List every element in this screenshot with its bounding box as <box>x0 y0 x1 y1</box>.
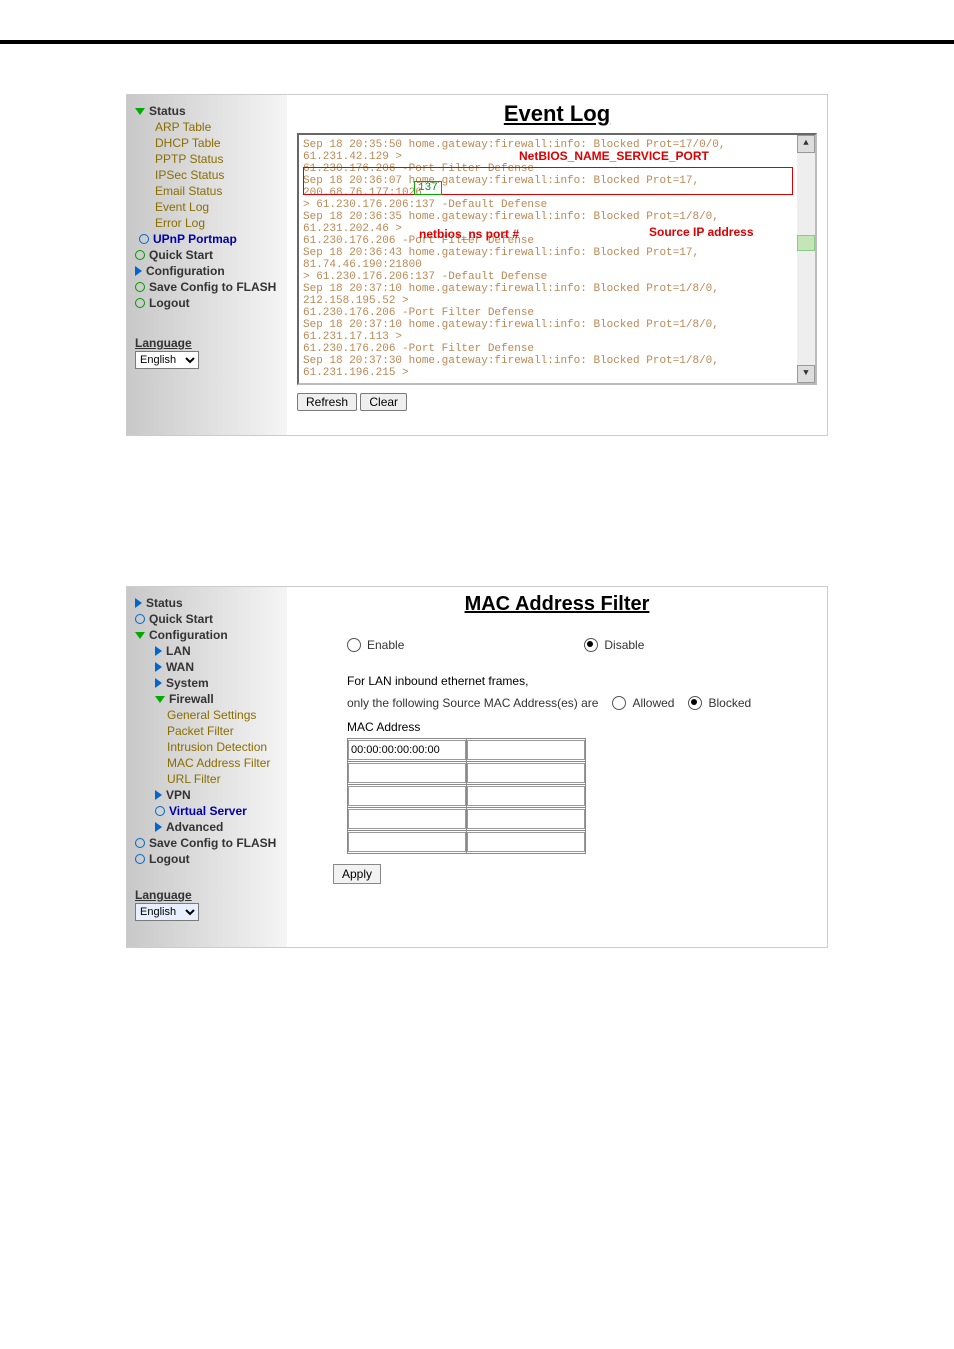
nav-save-config[interactable]: Save Config to FLASH <box>135 835 281 851</box>
frames-text: For LAN inbound ethernet frames, <box>347 674 817 688</box>
nav-lan[interactable]: LAN <box>135 643 281 659</box>
event-log-screenshot: Status ARP Table DHCP Table PPTP Status … <box>126 94 828 436</box>
expand-right-icon <box>155 822 162 832</box>
mac-input-9[interactable] <box>348 832 466 852</box>
nav-logout[interactable]: Logout <box>135 295 281 311</box>
mac-input-3[interactable] <box>348 763 466 783</box>
nav-fw-intrusion[interactable]: Intrusion Detection <box>135 739 281 755</box>
nav-email-status[interactable]: Email Status <box>135 183 281 199</box>
disable-label: Disable <box>604 638 644 652</box>
mac-input-8[interactable] <box>467 809 585 829</box>
mac-input-5[interactable] <box>348 786 466 806</box>
nav-label: Status <box>149 104 186 118</box>
circle-icon <box>135 838 145 848</box>
mac-header: MAC Address <box>347 720 817 734</box>
apply-button[interactable]: Apply <box>333 864 381 884</box>
language-label: Language <box>135 335 281 351</box>
nav-ipsec-status[interactable]: IPSec Status <box>135 167 281 183</box>
radio-icon[interactable] <box>584 638 598 652</box>
scrollbar[interactable]: ▲ ▼ <box>797 135 815 383</box>
annotation-netbios-port: netbios_ns port # <box>419 227 519 241</box>
nav-event-log[interactable]: Event Log <box>135 199 281 215</box>
mac-input-10[interactable] <box>467 832 585 852</box>
page-title: MAC Address Filter <box>297 587 817 616</box>
circle-icon <box>135 250 145 260</box>
nav-fw-url-filter[interactable]: URL Filter <box>135 771 281 787</box>
expand-right-icon <box>155 790 162 800</box>
mac-input-2[interactable] <box>467 740 585 760</box>
circle-icon <box>135 282 145 292</box>
nav-upnp-portmap[interactable]: UPnP Portmap <box>135 231 281 247</box>
nav-save-config[interactable]: Save Config to FLASH <box>135 279 281 295</box>
mac-input-4[interactable] <box>467 763 585 783</box>
nav-configuration[interactable]: Configuration <box>135 263 281 279</box>
page-title: Event Log <box>297 95 817 127</box>
mac-input-1[interactable] <box>348 740 466 760</box>
expand-down-icon <box>155 696 165 703</box>
nav-status[interactable]: Status <box>135 595 281 611</box>
nav-quick-start[interactable]: Quick Start <box>135 611 281 627</box>
language-label: Language <box>135 887 281 903</box>
mac-filter-screenshot: Status Quick Start Configuration LAN WAN… <box>126 586 828 948</box>
blocked-label: Blocked <box>708 696 751 710</box>
nav-pptp-status[interactable]: PPTP Status <box>135 151 281 167</box>
circle-icon <box>155 806 165 816</box>
circle-icon <box>135 854 145 864</box>
circle-icon <box>135 614 145 624</box>
enable-option[interactable]: Enable <box>347 636 404 654</box>
refresh-button[interactable]: Refresh <box>297 393 357 411</box>
annotation-port-highlight: 137 <box>414 181 442 195</box>
mac-input-7[interactable] <box>348 809 466 829</box>
clear-button[interactable]: Clear <box>360 393 407 411</box>
radio-blocked[interactable] <box>688 696 702 710</box>
scroll-up-icon[interactable]: ▲ <box>797 135 815 153</box>
expand-down-icon <box>135 632 145 639</box>
sidebar: Status ARP Table DHCP Table PPTP Status … <box>127 95 287 435</box>
radio-icon[interactable] <box>347 638 361 652</box>
allowed-label: Allowed <box>632 696 674 710</box>
nav-fw-packet-filter[interactable]: Packet Filter <box>135 723 281 739</box>
nav-logout[interactable]: Logout <box>135 851 281 867</box>
mac-address-table <box>347 738 586 854</box>
expand-right-icon <box>155 662 162 672</box>
scroll-down-icon[interactable]: ▼ <box>797 365 815 383</box>
nav-dhcp-table[interactable]: DHCP Table <box>135 135 281 151</box>
radio-allowed[interactable] <box>612 696 626 710</box>
scroll-thumb[interactable] <box>797 235 815 251</box>
nav-fw-general[interactable]: General Settings <box>135 707 281 723</box>
language-select[interactable]: English <box>135 903 199 921</box>
enable-label: Enable <box>367 638 404 652</box>
annotation-netbios-name: NetBIOS_NAME_SERVICE_PORT <box>519 149 709 163</box>
disable-option[interactable]: Disable <box>584 636 644 654</box>
nav-vpn[interactable]: VPN <box>135 787 281 803</box>
nav-arp-table[interactable]: ARP Table <box>135 119 281 135</box>
expand-right-icon <box>155 678 162 688</box>
expand-down-icon <box>135 108 145 115</box>
mac-input-6[interactable] <box>467 786 585 806</box>
nav-configuration[interactable]: Configuration <box>135 627 281 643</box>
language-select[interactable]: English <box>135 351 199 369</box>
expand-right-icon <box>135 598 142 608</box>
nav-fw-mac-filter[interactable]: MAC Address Filter <box>135 755 281 771</box>
nav-firewall[interactable]: Firewall <box>135 691 281 707</box>
expand-right-icon <box>155 646 162 656</box>
expand-right-icon <box>135 266 142 276</box>
nav-quick-start[interactable]: Quick Start <box>135 247 281 263</box>
nav-advanced[interactable]: Advanced <box>135 819 281 835</box>
annotation-source-ip: Source IP address <box>649 225 754 239</box>
circle-icon <box>139 234 149 244</box>
nav-error-log[interactable]: Error Log <box>135 215 281 231</box>
sidebar: Status Quick Start Configuration LAN WAN… <box>127 587 287 947</box>
event-log-textarea[interactable]: Sep 18 20:35:50 home.gateway:firewall:in… <box>297 133 817 385</box>
nav-system[interactable]: System <box>135 675 281 691</box>
nav-status[interactable]: Status <box>135 103 281 119</box>
nav-wan[interactable]: WAN <box>135 659 281 675</box>
only-text: only the following Source MAC Address(es… <box>347 696 598 710</box>
circle-icon <box>135 298 145 308</box>
nav-virtual-server[interactable]: Virtual Server <box>135 803 281 819</box>
